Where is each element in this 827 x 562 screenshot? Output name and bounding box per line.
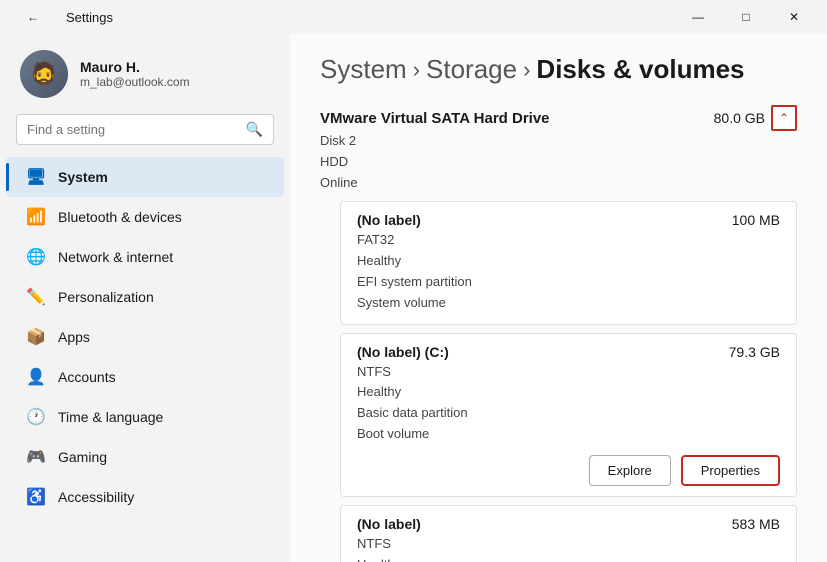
volume-1-detail: FAT32 Healthy EFI system partition Syste… xyxy=(357,230,780,313)
disk-title-row: VMware Virtual SATA Hard Drive 80.0 GB ⌃ xyxy=(320,105,797,131)
user-profile[interactable]: 🧔 Mauro H. m_lab@outlook.com xyxy=(0,34,290,114)
volume-item-2: (No label) (C:) 79.3 GB NTFS Healthy Bas… xyxy=(340,333,797,497)
sidebar-item-time-label: Time & language xyxy=(58,409,163,425)
sidebar-item-system-label: System xyxy=(58,169,108,185)
properties-button[interactable]: Properties xyxy=(681,455,780,486)
window-controls: — □ ✕ xyxy=(675,2,817,32)
app-title: Settings xyxy=(66,10,113,25)
disk-name: VMware Virtual SATA Hard Drive xyxy=(320,110,550,127)
time-icon: 🕐 xyxy=(26,407,46,427)
volume-2-fs: NTFS xyxy=(357,362,780,383)
accounts-icon: 👤 xyxy=(26,367,46,387)
volume-1-health: Healthy xyxy=(357,251,780,272)
close-button[interactable]: ✕ xyxy=(771,2,817,32)
sidebar-item-bluetooth-label: Bluetooth & devices xyxy=(58,209,182,225)
volume-3-health: Healthy xyxy=(357,555,780,562)
volume-2-header: (No label) (C:) 79.3 GB xyxy=(357,344,780,362)
volume-1-name: (No label) xyxy=(357,212,421,228)
user-email: m_lab@outlook.com xyxy=(80,75,190,89)
volume-2-health: Healthy xyxy=(357,382,780,403)
volume-item-3: (No label) 583 MB NTFS Healthy Microsoft… xyxy=(340,505,797,562)
titlebar: ← Settings — □ ✕ xyxy=(0,0,827,34)
sidebar-item-gaming[interactable]: 🎮 Gaming xyxy=(6,437,284,477)
disk-label3: Online xyxy=(320,173,797,194)
avatar-icon: 🧔 xyxy=(30,61,57,87)
sidebar: 🧔 Mauro H. m_lab@outlook.com 🔍 🖥 System … xyxy=(0,34,290,562)
volume-1-fs: FAT32 xyxy=(357,230,780,251)
disk-size-label: 80.0 GB xyxy=(714,110,765,126)
minimize-button[interactable]: — xyxy=(675,2,721,32)
sidebar-item-apps[interactable]: 📦 Apps xyxy=(6,317,284,357)
volume-1-size: 100 MB xyxy=(732,212,780,228)
avatar: 🧔 xyxy=(20,50,68,98)
breadcrumb-storage[interactable]: Storage xyxy=(426,54,517,85)
volume-2-partition: Basic data partition xyxy=(357,403,780,424)
disk-meta: Disk 2 HDD Online xyxy=(320,131,797,193)
sidebar-item-accessibility-label: Accessibility xyxy=(58,489,134,505)
sidebar-item-network[interactable]: 🌐 Network & internet xyxy=(6,237,284,277)
collapse-button[interactable]: ⌃ xyxy=(771,105,797,131)
volume-2-type: Boot volume xyxy=(357,424,780,445)
breadcrumb: System › Storage › Disks & volumes xyxy=(320,54,797,85)
sidebar-item-accessibility[interactable]: ♿ Accessibility xyxy=(6,477,284,517)
bluetooth-icon: 📶 xyxy=(26,207,46,227)
disk-section: VMware Virtual SATA Hard Drive 80.0 GB ⌃… xyxy=(320,105,797,562)
sidebar-item-time[interactable]: 🕐 Time & language xyxy=(6,397,284,437)
sidebar-item-personalization-label: Personalization xyxy=(58,289,154,305)
titlebar-left: ← Settings xyxy=(10,2,113,32)
disk-label2: HDD xyxy=(320,152,797,173)
sidebar-item-accounts-label: Accounts xyxy=(58,369,116,385)
user-name: Mauro H. xyxy=(80,59,190,75)
apps-icon: 📦 xyxy=(26,327,46,347)
volume-2-actions: Explore Properties xyxy=(357,455,780,486)
volume-3-fs: NTFS xyxy=(357,534,780,555)
search-box[interactable]: 🔍 xyxy=(16,114,274,145)
network-icon: 🌐 xyxy=(26,247,46,267)
volume-3-size: 583 MB xyxy=(732,516,780,532)
personalization-icon: ✏️ xyxy=(26,287,46,307)
volume-1-header: (No label) 100 MB xyxy=(357,212,780,230)
user-info: Mauro H. m_lab@outlook.com xyxy=(80,59,190,89)
sidebar-item-apps-label: Apps xyxy=(58,329,90,345)
back-button[interactable]: ← xyxy=(10,2,56,32)
nav-list: 🖥 System 📶 Bluetooth & devices 🌐 Network… xyxy=(0,153,290,521)
content-area: System › Storage › Disks & volumes VMwar… xyxy=(290,34,827,562)
volume-2-name: (No label) (C:) xyxy=(357,344,449,360)
volume-2-size: 79.3 GB xyxy=(729,344,780,360)
gaming-icon: 🎮 xyxy=(26,447,46,467)
volume-3-name: (No label) xyxy=(357,516,421,532)
sidebar-item-system[interactable]: 🖥 System xyxy=(6,157,284,197)
explore-button[interactable]: Explore xyxy=(589,455,671,486)
disk-label1: Disk 2 xyxy=(320,131,797,152)
sidebar-item-personalization[interactable]: ✏️ Personalization xyxy=(6,277,284,317)
volume-3-detail: NTFS Healthy Microsoft recovery partitio… xyxy=(357,534,780,562)
volume-1-partition: EFI system partition xyxy=(357,272,780,293)
disk-size-area: 80.0 GB ⌃ xyxy=(714,105,797,131)
volume-3-header: (No label) 583 MB xyxy=(357,516,780,534)
accessibility-icon: ♿ xyxy=(26,487,46,507)
search-icon: 🔍 xyxy=(246,121,263,138)
app-container: 🧔 Mauro H. m_lab@outlook.com 🔍 🖥 System … xyxy=(0,34,827,562)
breadcrumb-system[interactable]: System xyxy=(320,54,407,85)
volume-item-1: (No label) 100 MB FAT32 Healthy EFI syst… xyxy=(340,201,797,324)
maximize-button[interactable]: □ xyxy=(723,2,769,32)
sidebar-item-bluetooth[interactable]: 📶 Bluetooth & devices xyxy=(6,197,284,237)
breadcrumb-current: Disks & volumes xyxy=(536,54,744,85)
volume-1-type: System volume xyxy=(357,293,780,314)
breadcrumb-sep-2: › xyxy=(523,57,530,83)
sidebar-item-network-label: Network & internet xyxy=(58,249,173,265)
breadcrumb-sep-1: › xyxy=(413,57,420,83)
system-icon: 🖥 xyxy=(26,167,46,187)
sidebar-item-gaming-label: Gaming xyxy=(58,449,107,465)
search-input[interactable] xyxy=(27,122,238,137)
sidebar-item-accounts[interactable]: 👤 Accounts xyxy=(6,357,284,397)
volume-2-detail: NTFS Healthy Basic data partition Boot v… xyxy=(357,362,780,445)
avatar-inner: 🧔 xyxy=(20,50,68,98)
